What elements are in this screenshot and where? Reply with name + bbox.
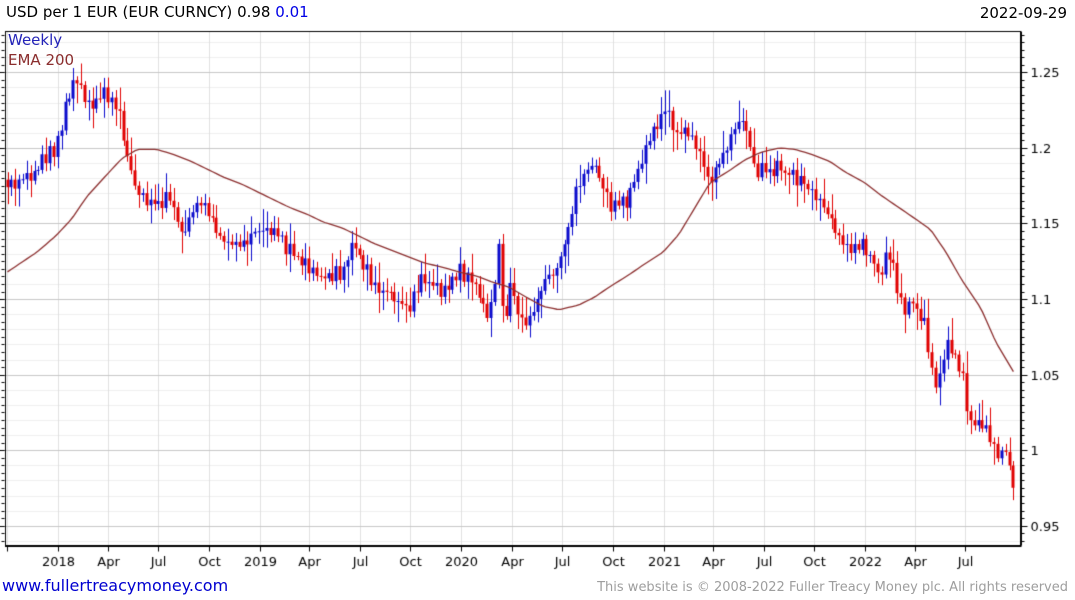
chart-page: { "header": { "title": "USD per 1 EUR (E… — [0, 0, 1075, 600]
price-change: 0.01 — [275, 3, 309, 21]
price-chart-canvas[interactable] — [0, 0, 1075, 600]
instrument-name: USD per 1 EUR (EUR CURNCY) — [6, 3, 233, 21]
chart-date: 2022-09-29 — [979, 4, 1067, 22]
ema-legend-label: EMA 200 — [8, 51, 75, 69]
chart-title: USD per 1 EUR (EUR CURNCY) 0.98 0.01 — [6, 3, 309, 21]
timeframe-label: Weekly — [8, 31, 63, 49]
website-link[interactable]: www.fullertreacymoney.com — [2, 576, 228, 595]
last-price: 0.98 — [237, 3, 271, 21]
copyright-text: This website is © 2008-2022 Fuller Treac… — [597, 580, 1068, 595]
